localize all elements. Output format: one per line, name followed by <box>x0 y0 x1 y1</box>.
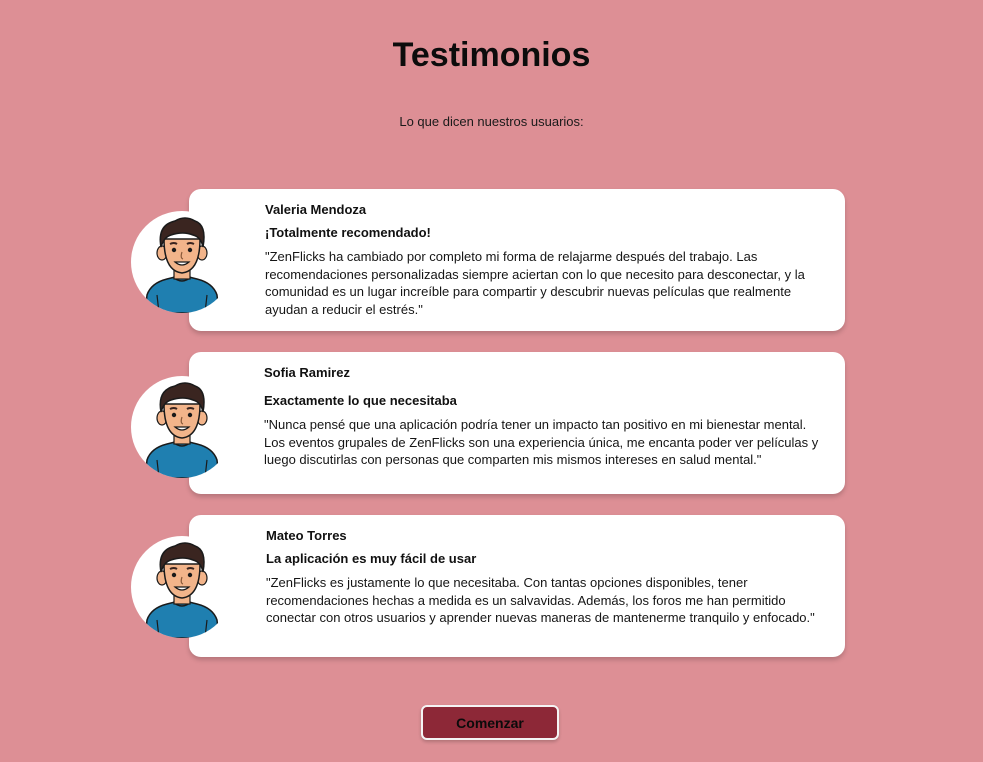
testimonial-quote: "ZenFlicks es justamente lo que necesita… <box>266 575 815 625</box>
testimonials-page: Testimonios Lo que dicen nuestros usuari… <box>0 0 983 762</box>
testimonial-card: Valeria Mendoza ¡Totalmente recomendado!… <box>189 189 845 331</box>
testimonial-headline: Exactamente lo que necesitaba <box>264 393 457 408</box>
testimonial-author: Mateo Torres <box>266 528 347 543</box>
testimonial-author: Valeria Mendoza <box>265 202 367 217</box>
testimonial-card: Sofia Ramirez Exactamente lo que necesit… <box>189 352 845 494</box>
start-button[interactable]: Comenzar <box>421 705 559 740</box>
testimonial-quote: "Nunca pensé que una aplicación podría t… <box>264 417 819 467</box>
cartoon-man-avatar-icon <box>131 376 233 478</box>
testimonial-headline: La aplicación es muy fácil de usar <box>266 551 477 566</box>
cartoon-man-avatar-icon <box>131 211 233 313</box>
cartoon-man-avatar-icon <box>131 536 233 638</box>
testimonial-card: Mateo Torres La aplicación es muy fácil … <box>189 515 845 657</box>
page-title: Testimonios <box>392 36 591 74</box>
page-subtitle: Lo que dicen nuestros usuarios: <box>399 114 584 129</box>
testimonial-headline: ¡Totalmente recomendado! <box>265 225 431 240</box>
testimonial-author: Sofia Ramirez <box>264 365 350 380</box>
testimonial-quote: "ZenFlicks ha cambiado por completo mi f… <box>265 249 805 317</box>
